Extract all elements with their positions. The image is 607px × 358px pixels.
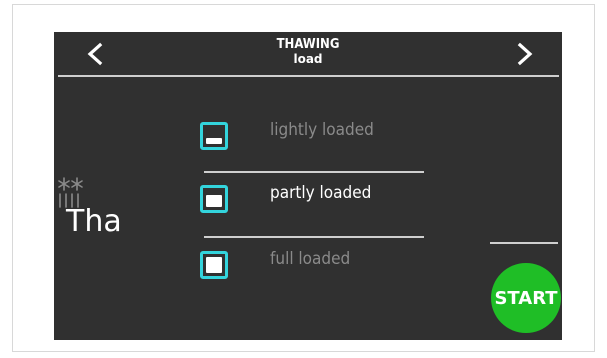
option-divider [204,171,424,173]
chevron-left-icon [87,42,103,66]
option-divider [204,236,424,238]
fill-level-indicator [206,138,222,144]
checkbox-full-loaded[interactable] [200,251,228,279]
option-label: full loaded [270,249,351,269]
option-label: lightly loaded [270,120,374,140]
page-title: THAWING [276,37,340,52]
start-divider [490,242,558,244]
chevron-right-icon [517,42,533,66]
option-label: partly loaded [270,183,372,203]
fill-level-indicator [206,195,222,207]
fill-level-indicator [206,257,222,273]
option-full-loaded[interactable]: full loaded [196,245,426,291]
option-lightly-loaded[interactable]: lightly loaded [196,116,426,162]
option-partly-loaded[interactable]: partly loaded [196,179,426,225]
previous-button[interactable] [80,39,110,69]
control-panel-screen: THAWING load Tha lightly loaded partly l… [54,32,562,340]
header-divider [58,75,559,77]
checkbox-lightly-loaded[interactable] [200,122,228,150]
start-button[interactable]: START [491,263,561,333]
page-subtitle: load [293,52,323,66]
mode-label: Tha [66,204,122,239]
checkbox-partly-loaded[interactable] [200,185,228,213]
next-button[interactable] [510,39,540,69]
